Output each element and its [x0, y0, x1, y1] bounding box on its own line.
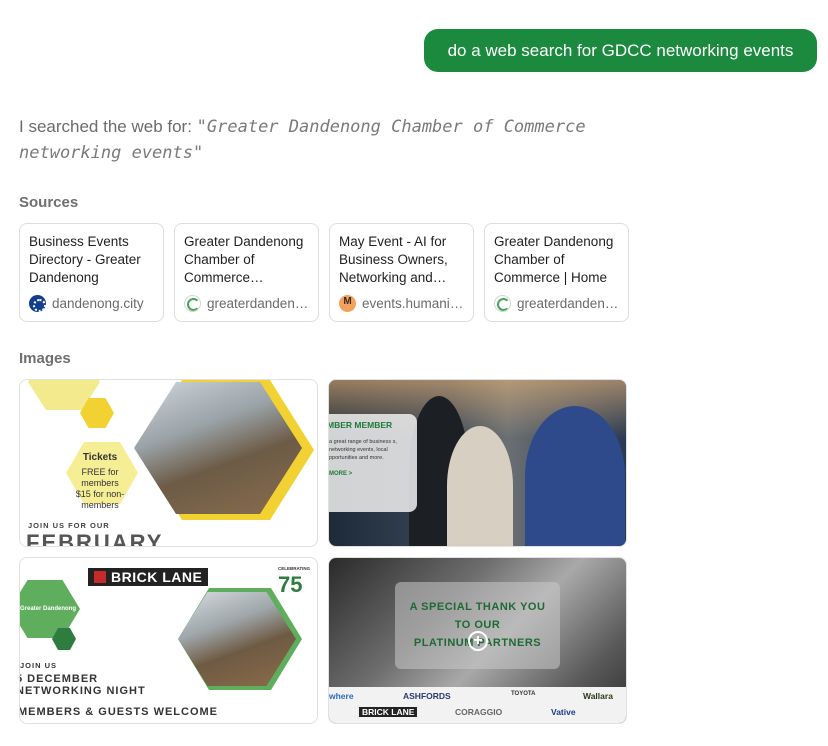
partner-logo: Vative	[551, 707, 576, 717]
panel-text: a great range of business s, networking …	[329, 439, 397, 461]
celebrating-text: CELEBRATING	[278, 566, 311, 571]
org-name: Greater Dandenong	[20, 606, 77, 612]
flyer-month-text: FEBRUARY	[26, 530, 164, 547]
person-figure	[525, 406, 625, 546]
person-figure	[447, 426, 513, 546]
image-thumbnail-platinum-partners[interactable]: A SPECIAL THANK YOU TO OUR PLATINUM PART…	[328, 557, 627, 724]
source-card[interactable]: Business Events Directory - Greater Dand…	[19, 223, 164, 322]
source-card[interactable]: Greater Dandenong Chamber of Commerce… g…	[174, 223, 319, 322]
source-card[interactable]: Greater Dandenong Chamber of Commerce | …	[484, 223, 629, 322]
search-statement: I searched the web for: "Greater Dandeno…	[19, 114, 629, 166]
partner-logo: CORAGGIO	[455, 707, 503, 717]
panel-more-link: MORE >	[329, 471, 353, 477]
partner-logo: BRICK LANE	[359, 707, 418, 717]
flyer-date: 5 DECEMBER	[19, 673, 99, 685]
chamber-logo-icon	[494, 295, 511, 312]
globe-icon	[29, 295, 46, 312]
search-prefix: I searched the web for:	[19, 117, 197, 136]
user-message-bubble: do a web search for GDCC networking even…	[424, 29, 817, 72]
image-thumbnail-business-people[interactable]: MBER MEMBER a great range of business s,…	[328, 379, 627, 547]
partner-logos-strip: where ASHFORDS TOYOTA Wallara BRICK LANE…	[329, 687, 626, 723]
partners-panel: A SPECIAL THANK YOU TO OUR PLATINUM PART…	[395, 582, 560, 669]
partners-line1: A SPECIAL THANK YOU	[409, 601, 546, 613]
expand-plus-icon[interactable]: +	[468, 631, 488, 651]
chamber-logo-icon	[184, 295, 201, 312]
images-heading: Images	[19, 350, 71, 367]
flyer-date-event: 5 DECEMBER NETWORKING NIGHT	[19, 673, 146, 697]
brick-lane-icon	[94, 571, 106, 583]
anniversary-number: 75	[278, 572, 303, 597]
partner-logo: where	[329, 691, 354, 701]
partner-logo: Wallara	[583, 691, 613, 701]
source-title: Greater Dandenong Chamber of Commerce | …	[494, 234, 614, 285]
partner-logo: TOYOTA	[511, 691, 536, 697]
sources-list: Business Events Directory - Greater Dand…	[19, 223, 629, 322]
source-domain: events.humanitix.com	[362, 296, 465, 311]
member-info-panel: MBER MEMBER a great range of business s,…	[329, 414, 417, 512]
sources-heading: Sources	[19, 194, 79, 211]
flyer-welcome-text: MEMBERS & GUESTS WELCOME	[19, 706, 219, 718]
image-thumbnail-december-networking[interactable]: BRICK LANE CELEBRATING 75 Greater Danden…	[19, 557, 318, 724]
source-title: May Event - AI for Business Owners, Netw…	[339, 234, 448, 285]
tickets-title: Tickets	[82, 452, 118, 463]
brick-lane-logo: BRICK LANE	[88, 568, 209, 586]
humanitix-icon	[339, 295, 356, 312]
source-title: Business Events Directory - Greater Dand…	[29, 234, 141, 285]
source-domain: greaterdandenongchamber.com.au	[207, 296, 310, 311]
image-thumbnail-february-event[interactable]: Tickets FREE for members $15 for non-mem…	[19, 379, 318, 547]
flyer-event-name: NETWORKING NIGHT	[19, 685, 146, 697]
tickets-price-nonmembers: $15 for non-members	[75, 489, 125, 510]
tickets-price-members: FREE for members	[81, 467, 119, 488]
source-domain: greaterdandenongchamber.com.au	[517, 296, 620, 311]
panel-title: MBER MEMBER	[328, 420, 393, 430]
partner-logo: ASHFORDS	[403, 691, 451, 701]
source-card[interactable]: May Event - AI for Business Owners, Netw…	[329, 223, 474, 322]
user-message-text: do a web search for GDCC networking even…	[447, 40, 794, 60]
tickets-text: Tickets FREE for members $15 for non-mem…	[68, 452, 132, 511]
source-domain: dandenong.city	[52, 296, 144, 311]
flyer-join-text: JOIN US FOR OUR	[28, 521, 110, 530]
source-title: Greater Dandenong Chamber of Commerce…	[184, 234, 304, 285]
flyer-join-text: JOIN US	[20, 661, 58, 670]
images-grid: Tickets FREE for members $15 for non-mem…	[19, 379, 627, 724]
